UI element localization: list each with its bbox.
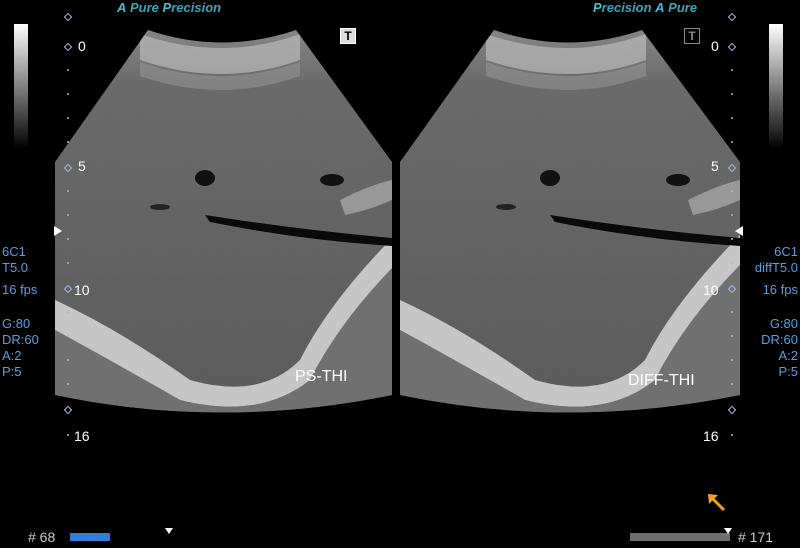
param-gain-right: G:80	[769, 316, 798, 331]
frame-label-left: # 68	[28, 529, 56, 545]
orientation-marker-left: T	[340, 28, 356, 44]
depth-label-left-16: 16	[74, 428, 90, 444]
param-fps-right: 16 fps	[762, 282, 798, 297]
ultrasound-image-right	[400, 30, 740, 413]
depth-label-left-5: 5	[78, 158, 86, 174]
depth-label-right-0: 0	[711, 38, 719, 54]
arrow-up-left-icon	[707, 493, 726, 512]
focus-marker-left-icon	[54, 226, 62, 236]
cine-slider-right-handle-icon[interactable]	[724, 528, 732, 534]
depth-label-left-0: 0	[78, 38, 86, 54]
orientation-marker-right: T	[684, 28, 700, 44]
param-freq-left: T5.0	[2, 260, 29, 275]
param-gain-left: G:80	[2, 316, 31, 331]
depth-label-right-16: 16	[703, 428, 719, 444]
param-p-right: P:5	[778, 364, 798, 379]
cine-slider-left-fill	[70, 533, 110, 541]
param-probe-right: 6C1	[774, 244, 798, 259]
param-freq-right: diffT5.0	[754, 260, 798, 275]
param-a-left: A:2	[2, 348, 22, 363]
params-right: 6C1 diffT5.0 16 fps G:80 DR:60 A:2 P:5	[755, 244, 798, 380]
param-probe-left: 6C1	[2, 244, 26, 259]
cine-slider-left[interactable]	[70, 528, 173, 544]
cine-slider-right-fill	[630, 533, 730, 541]
image-mode-label-right: DIFF-THI	[628, 372, 695, 389]
depth-label-right-10: 10	[703, 282, 719, 298]
cine-slider-left-handle-icon[interactable]	[165, 528, 173, 534]
param-dr-right: DR:60	[761, 332, 798, 347]
image-mode-label-left: PS-THI	[295, 368, 348, 385]
param-spacer-left	[2, 298, 39, 316]
cine-slider-right[interactable]	[630, 528, 732, 544]
param-a-right: A:2	[778, 348, 798, 363]
param-p-left: P:5	[2, 364, 22, 379]
depth-label-left-10: 10	[74, 282, 90, 298]
ultrasound-dual-view	[55, 30, 740, 413]
focus-marker-right-icon	[735, 226, 743, 236]
param-dr-left: DR:60	[2, 332, 39, 347]
frame-label-right: # 171	[738, 529, 774, 545]
depth-label-right-5: 5	[711, 158, 719, 174]
params-left: 6C1 T5.0 16 fps G:80 DR:60 A:2 P:5	[2, 244, 39, 380]
param-spacer-right	[755, 298, 798, 316]
param-fps-left: 16 fps	[2, 282, 38, 297]
